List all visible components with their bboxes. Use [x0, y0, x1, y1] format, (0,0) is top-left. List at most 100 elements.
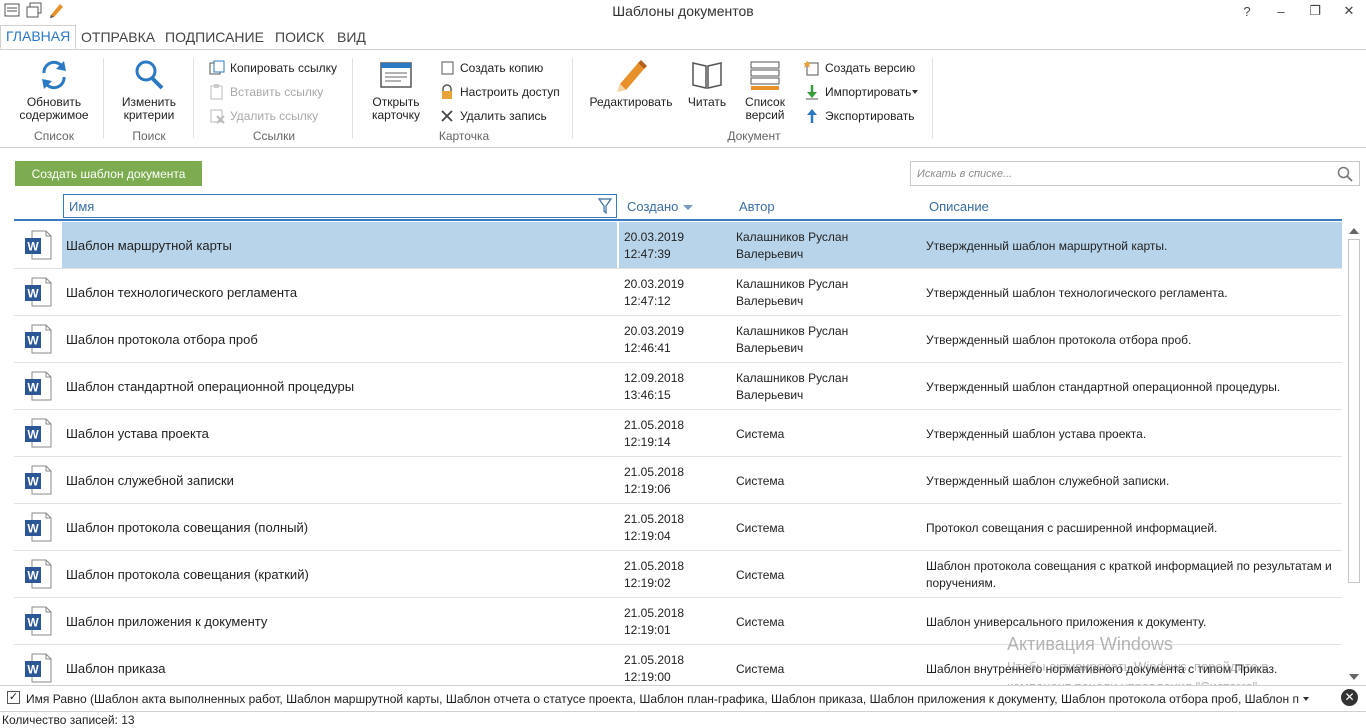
import-button[interactable]: Импортировать [804, 83, 919, 101]
cell-author: Система [736, 473, 916, 490]
table-row[interactable]: W Шаблон технологического регламента 20.03… [14, 269, 1342, 316]
table-row[interactable]: W Шаблон устава проекта 21.05.2018 12:19:14… [14, 410, 1342, 457]
tab-search[interactable]: ПОИСК [275, 27, 324, 47]
grid-header: Имя Создано Автор Описание [14, 193, 1342, 221]
scroll-up-icon[interactable] [1349, 228, 1359, 234]
cell-created-date: 21.05.2018 [624, 606, 685, 620]
scroll-thumb[interactable] [1348, 239, 1360, 583]
delete-record-label: Удалить запись [460, 109, 547, 123]
delete-icon [439, 108, 455, 124]
configure-access-button[interactable]: Настроить доступ [439, 83, 560, 101]
cell-author-line1: Система [736, 568, 785, 582]
search-icon[interactable] [1337, 166, 1353, 185]
title-bar: Шаблоны документов ? – ❐ ✕ [0, 0, 1366, 24]
cell-name: Шаблон протокола совещания (краткий) [66, 567, 309, 582]
export-button[interactable]: Экспортировать [804, 107, 915, 125]
copy-link-button[interactable]: Копировать ссылку [209, 59, 337, 77]
cell-name: Шаблон приказа [66, 661, 166, 676]
tab-signing[interactable]: ПОДПИСАНИЕ [165, 27, 264, 47]
cell-created-date: 21.05.2018 [624, 512, 685, 526]
tab-send[interactable]: ОТПРАВКА [81, 27, 155, 47]
table-row[interactable]: W Шаблон протокола отбора проб 20.03.2019 1… [14, 316, 1342, 363]
read-button[interactable]: Читать [684, 58, 730, 109]
scroll-down-icon[interactable] [1349, 674, 1359, 680]
cell-name: Шаблон приложения к документу [66, 614, 268, 629]
read-label: Читать [687, 95, 727, 109]
column-header-author[interactable]: Автор [739, 199, 775, 214]
cell-author-line2: Валерьевич [736, 294, 804, 308]
filter-checkbox[interactable]: ✓ [7, 691, 20, 704]
filter-dropdown-icon[interactable] [1303, 697, 1309, 701]
cell-created-time: 12:19:01 [624, 623, 671, 637]
open-card-button[interactable]: Открыть карточку [364, 58, 428, 122]
cell-name: Шаблон протокола совещания (полный) [66, 520, 309, 535]
tab-view[interactable]: ВИД [337, 27, 366, 47]
cell-author-line1: Система [736, 427, 785, 441]
cell-author: Система [736, 520, 916, 537]
help-button[interactable]: ? [1230, 0, 1264, 22]
filter-icon[interactable] [597, 198, 613, 217]
restore-button[interactable]: ❐ [1298, 0, 1332, 22]
cell-author: Система [736, 614, 916, 631]
close-button[interactable]: ✕ [1332, 0, 1366, 22]
create-copy-button[interactable]: Создать копию [439, 59, 543, 77]
table-row[interactable]: W Шаблон приложения к документу 21.05.2018… [14, 598, 1342, 645]
cell-author-line1: Система [736, 662, 785, 676]
table-row[interactable]: W Шаблон приказа 21.05.2018 12:19:00 Система… [14, 645, 1342, 684]
svg-text:W: W [27, 616, 39, 630]
word-document-icon: W [14, 551, 62, 597]
delete-record-button[interactable]: Удалить запись [439, 107, 547, 125]
create-template-button[interactable]: Создать шаблон документа [15, 161, 202, 186]
versions-list-button[interactable]: Список версий [740, 58, 790, 122]
cell-author-line1: Система [736, 521, 785, 535]
sort-desc-icon [683, 205, 694, 211]
svg-text:W: W [27, 334, 39, 348]
edit-button[interactable]: Редактировать [586, 58, 676, 109]
group-label-card: Карточка [438, 129, 490, 143]
cell-author-line1: Калашников Руслан [736, 324, 849, 338]
cell-author-line2: Валерьевич [736, 341, 804, 355]
cell-created-date: 21.05.2018 [624, 653, 685, 667]
column-header-name[interactable]: Имя [63, 194, 617, 218]
cell-description: Утвержденный шаблон стандартной операцио… [926, 380, 1281, 394]
svg-text:W: W [27, 287, 39, 301]
search-input[interactable] [911, 162, 1321, 185]
column-created-label: Создано [627, 199, 679, 214]
vertical-scrollbar[interactable] [1346, 222, 1362, 684]
table-row[interactable]: W Шаблон служебной записки 21.05.2018 12:19… [14, 457, 1342, 504]
refresh-button[interactable]: Обновить содержимое [16, 58, 92, 122]
minimize-button[interactable]: – [1264, 0, 1298, 22]
cell-description: Утвержденный шаблон технологического рег… [926, 286, 1228, 300]
cell-created-time: 12:19:02 [624, 576, 671, 590]
table-row[interactable]: W Шаблон стандартной операционной процеду… [14, 363, 1342, 410]
column-header-created[interactable]: Создано [627, 199, 694, 214]
cell-created: 20.03.2019 12:46:41 [624, 323, 684, 357]
column-header-description[interactable]: Описание [929, 199, 989, 214]
edit-label: Редактировать [589, 95, 673, 109]
cell-created: 21.05.2018 12:19:06 [624, 464, 684, 498]
word-document-icon: W [14, 363, 62, 409]
cell-created: 21.05.2018 12:19:00 [624, 652, 684, 684]
clear-filter-button[interactable]: ✕ [1341, 689, 1358, 706]
cell-author-line1: Калашников Руслан [736, 277, 849, 291]
word-document-icon: W [14, 457, 62, 503]
tab-main[interactable]: ГЛАВНАЯ [0, 25, 77, 49]
paste-link-button[interactable]: Вставить ссылку [209, 83, 323, 101]
cell-created: 21.05.2018 12:19:04 [624, 511, 684, 545]
refresh-icon [37, 58, 71, 92]
create-version-button[interactable]: Создать версию [803, 59, 915, 77]
delete-link-button[interactable]: Удалить ссылку [209, 107, 318, 125]
configure-access-label: Настроить доступ [460, 85, 560, 99]
ribbon-separator [193, 58, 194, 138]
table-row[interactable]: W Шаблон маршрутной карты 20.03.2019 12:47:… [14, 222, 1342, 269]
table-row[interactable]: W Шаблон протокола совещания (полный) 21.0… [14, 504, 1342, 551]
change-criteria-button[interactable]: Изменить критерии [114, 58, 184, 122]
cell-author: Система [736, 661, 916, 678]
refresh-label: Обновить содержимое [19, 95, 89, 122]
cell-created-date: 21.05.2018 [624, 559, 685, 573]
table-row[interactable]: W Шаблон протокола совещания (краткий) 21.… [14, 551, 1342, 598]
svg-text:W: W [27, 663, 39, 677]
ribbon-separator [572, 58, 573, 138]
chevron-down-icon [912, 90, 919, 94]
filter-text[interactable]: Имя Равно (Шаблон акта выполненных работ… [26, 692, 1301, 706]
